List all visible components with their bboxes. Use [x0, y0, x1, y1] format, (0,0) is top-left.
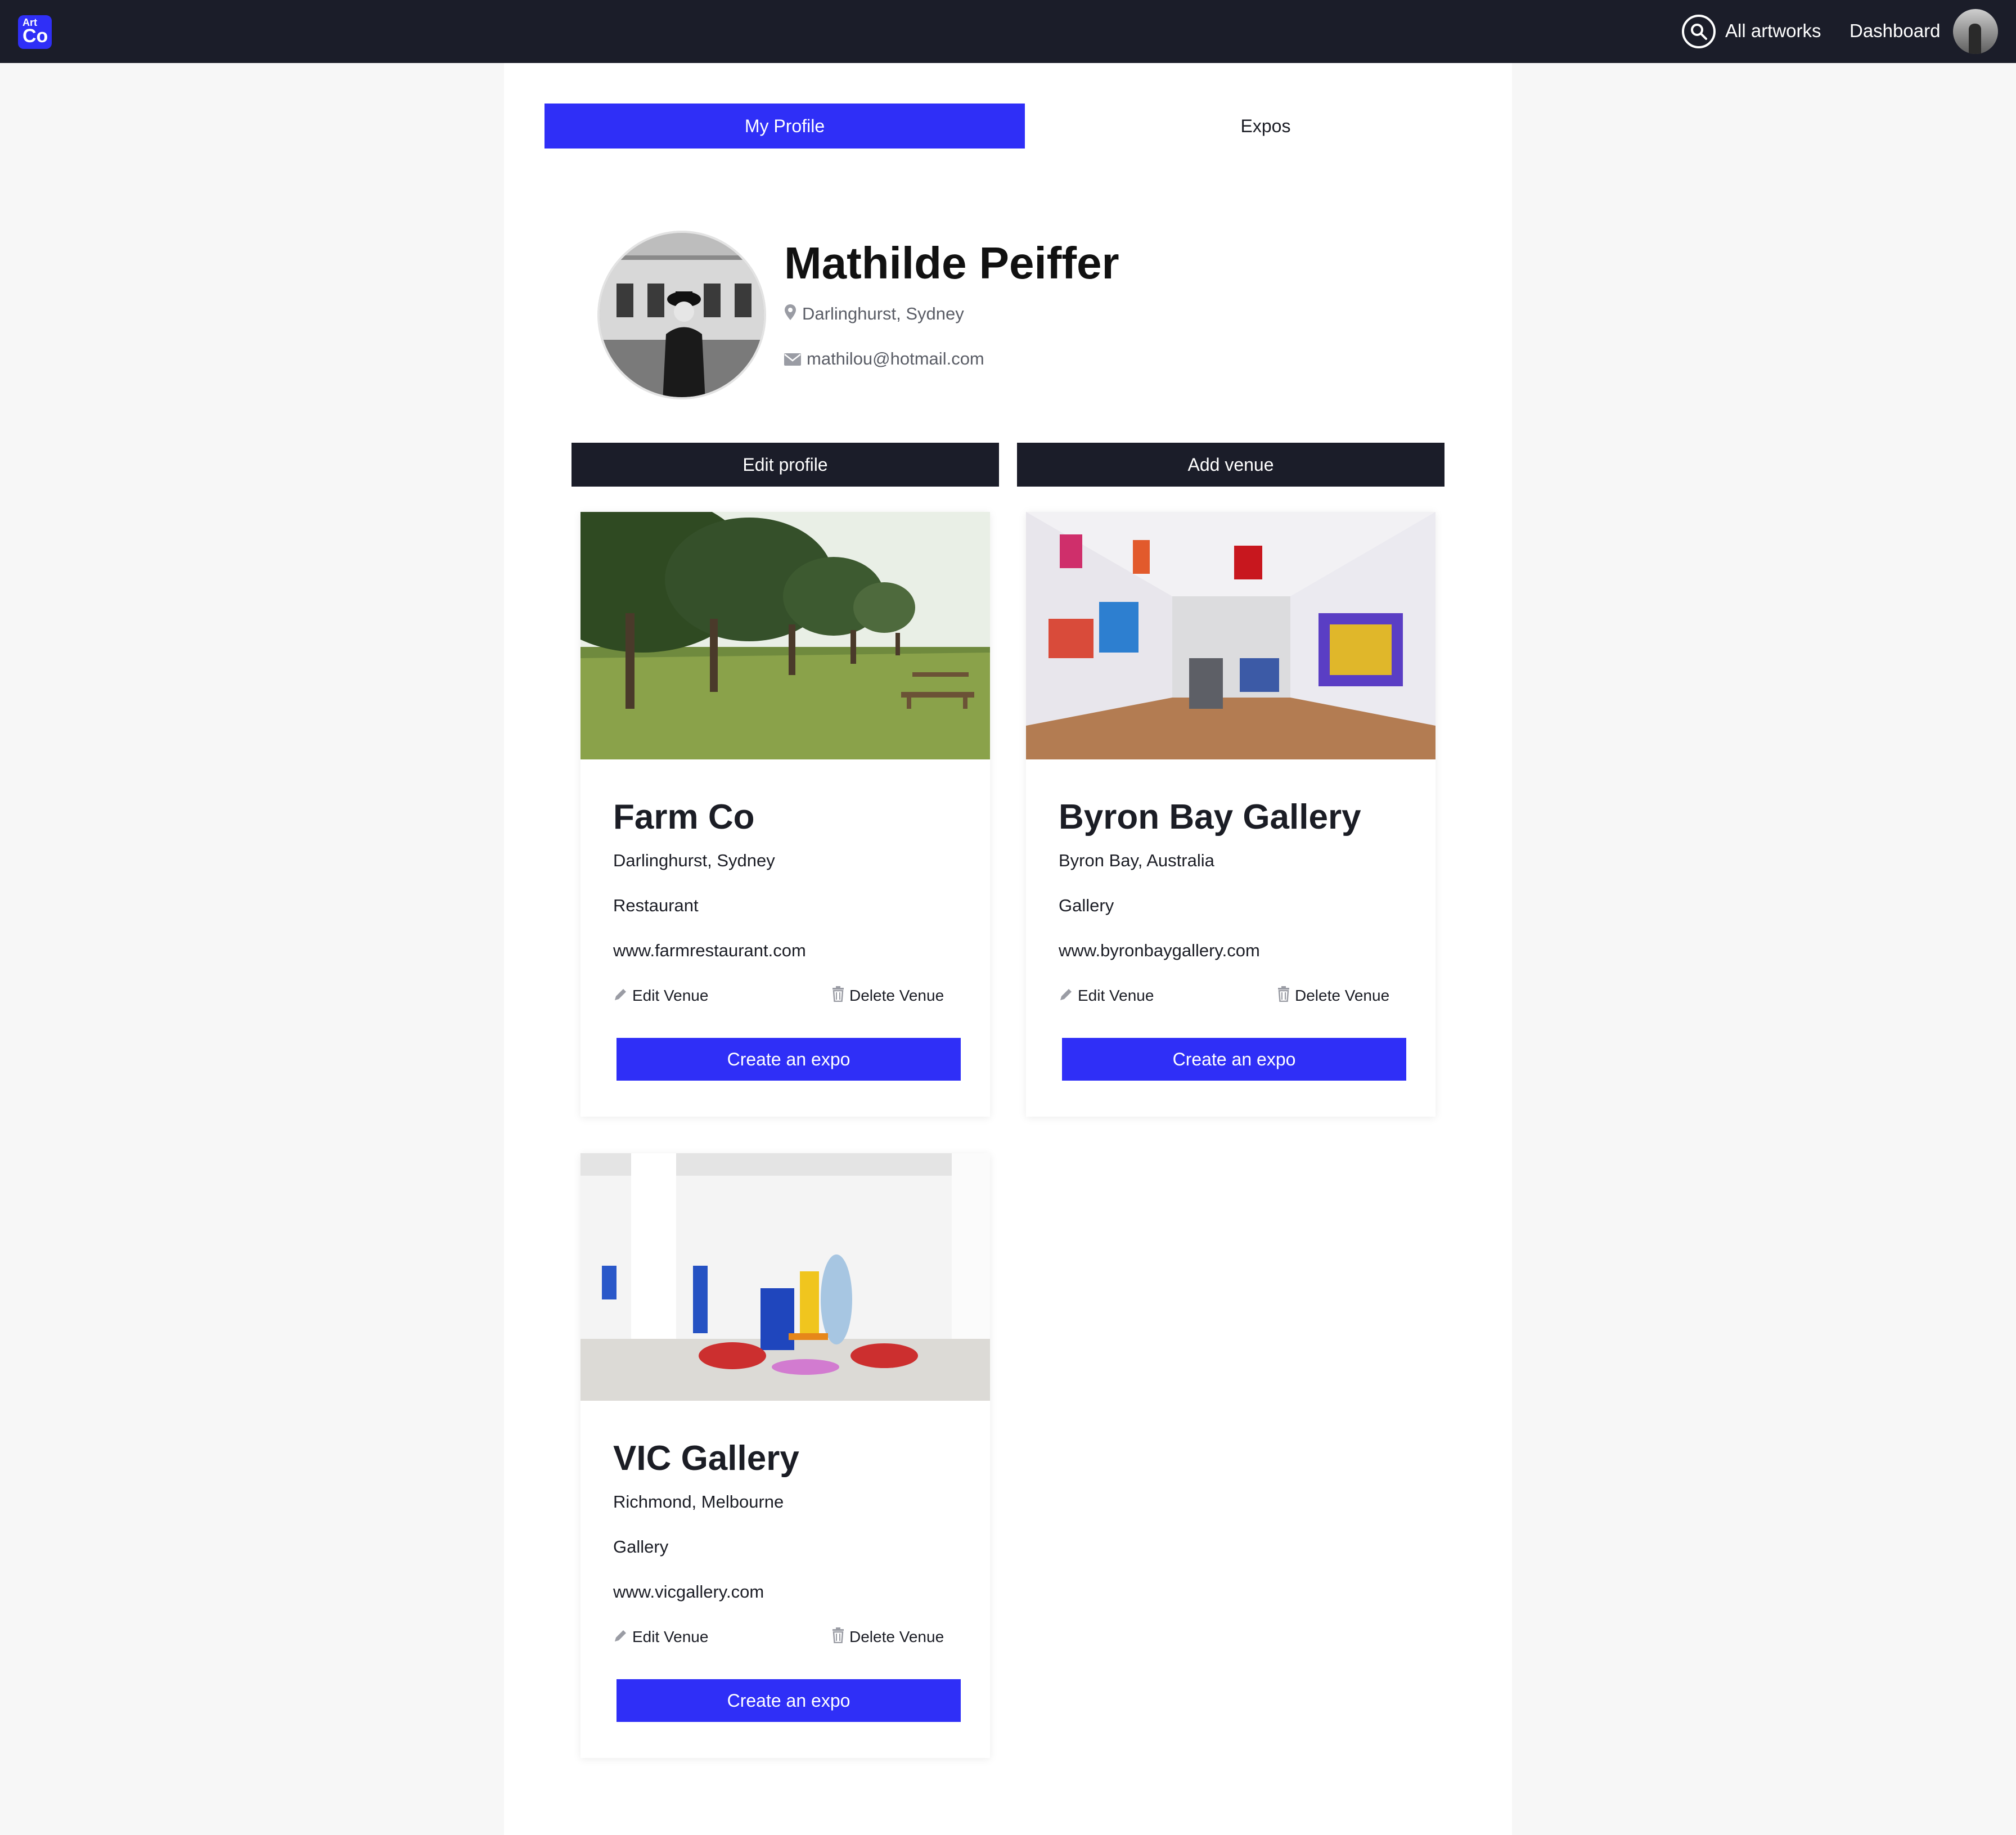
add-venue-button[interactable]: Add venue	[1017, 443, 1444, 487]
venue-website[interactable]: www.byronbaygallery.com	[1059, 938, 1260, 963]
profile-name: Mathilde Peiffer	[784, 238, 1119, 288]
profile-email: mathilou@hotmail.com	[784, 347, 984, 372]
delete-venue-label: Delete Venue	[849, 1628, 944, 1645]
venue-location: Richmond, Melbourne	[613, 1492, 784, 1512]
search-icon[interactable]	[1682, 15, 1716, 48]
edit-venue-label: Edit Venue	[632, 987, 709, 1004]
delete-venue-button[interactable]: Delete Venue	[831, 984, 944, 1008]
venue-card: Farm Co Darlinghurst, Sydney Restaurant …	[580, 512, 990, 1117]
profile-panel: My Profile Expos Mathilde Peiffer Darlin…	[504, 63, 1512, 1835]
trash-icon	[831, 1627, 845, 1649]
venue-website[interactable]: www.vicgallery.com	[613, 1580, 764, 1604]
logo-text-bottom: Co	[22, 25, 48, 47]
edit-venue-button[interactable]: Edit Venue	[613, 1626, 708, 1649]
edit-venue-button[interactable]: Edit Venue	[613, 984, 708, 1008]
nav-dashboard-link[interactable]: Dashboard	[1850, 18, 1940, 44]
venue-card: VIC Gallery Richmond, Melbourne Gallery …	[580, 1153, 990, 1758]
delete-venue-label: Delete Venue	[1295, 987, 1390, 1004]
profile-location: Darlinghurst, Sydney	[784, 302, 964, 327]
map-pin-icon	[784, 303, 796, 327]
delete-venue-button[interactable]: Delete Venue	[1277, 984, 1389, 1008]
venue-name: VIC Gallery	[613, 1439, 799, 1478]
edit-venue-label: Edit Venue	[1078, 987, 1154, 1004]
venue-type: Gallery	[1059, 896, 1114, 915]
delete-venue-button[interactable]: Delete Venue	[831, 1626, 944, 1649]
venue-image	[1026, 512, 1436, 759]
top-navbar: Art Co All artworks Dashboard	[0, 0, 2016, 63]
avatar[interactable]	[1953, 9, 1998, 54]
profile-photo	[597, 231, 766, 399]
create-expo-button[interactable]: Create an expo	[1062, 1038, 1406, 1081]
venue-name: Farm Co	[613, 798, 755, 836]
tab-expos[interactable]: Expos	[1025, 104, 1506, 149]
edit-venue-button[interactable]: Edit Venue	[1059, 984, 1154, 1008]
venue-image	[580, 512, 990, 759]
envelope-icon	[784, 348, 801, 372]
edit-profile-button[interactable]: Edit profile	[572, 443, 999, 487]
logo[interactable]: Art Co	[18, 15, 52, 49]
pencil-icon	[613, 1627, 628, 1649]
edit-venue-label: Edit Venue	[632, 1628, 709, 1645]
pencil-icon	[613, 986, 628, 1008]
trash-icon	[831, 986, 845, 1008]
profile-location-text: Darlinghurst, Sydney	[802, 304, 964, 323]
venue-location: Byron Bay, Australia	[1059, 851, 1214, 870]
venue-website[interactable]: www.farmrestaurant.com	[613, 938, 806, 963]
profile-email-text: mathilou@hotmail.com	[807, 349, 984, 368]
venue-type: Restaurant	[613, 896, 699, 915]
trash-icon	[1277, 986, 1290, 1008]
venue-location: Darlinghurst, Sydney	[613, 851, 775, 870]
delete-venue-label: Delete Venue	[849, 987, 944, 1004]
create-expo-button[interactable]: Create an expo	[616, 1038, 961, 1081]
venue-card: Byron Bay Gallery Byron Bay, Australia G…	[1026, 512, 1436, 1117]
nav-all-artworks-link[interactable]: All artworks	[1725, 18, 1821, 44]
venue-type: Gallery	[613, 1537, 669, 1557]
create-expo-button[interactable]: Create an expo	[616, 1679, 961, 1722]
venue-image	[580, 1153, 990, 1401]
pencil-icon	[1059, 986, 1073, 1008]
venue-name: Byron Bay Gallery	[1059, 798, 1361, 836]
tab-my-profile[interactable]: My Profile	[544, 104, 1025, 149]
